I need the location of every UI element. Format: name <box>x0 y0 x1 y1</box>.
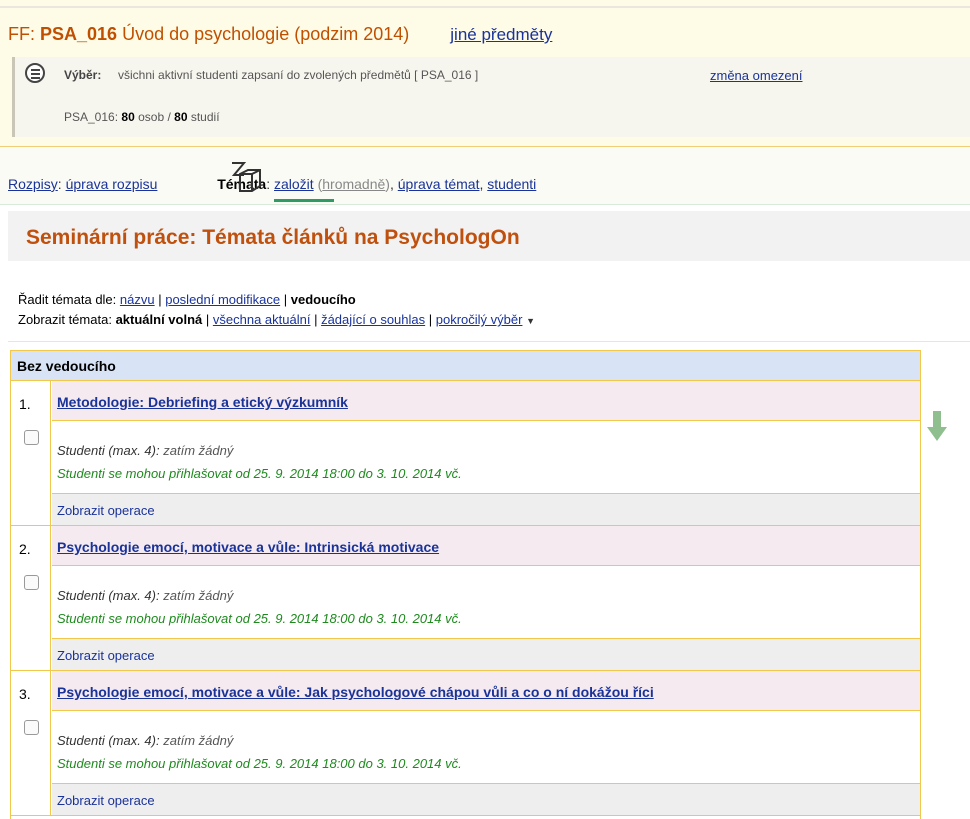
top-divider <box>0 6 970 8</box>
students-value: zatím žádný <box>163 588 234 603</box>
topic-signup-period: Studenti se mohou přihlašovat od 25. 9. … <box>57 466 462 481</box>
active-tab-indicator <box>274 199 334 202</box>
show-all-current-link[interactable]: všechna aktuální <box>213 312 311 327</box>
sort-by-supervisor-current: vedoucího <box>290 292 356 307</box>
page-title-bar: Seminární práce: Témata článků na Psycho… <box>8 211 970 261</box>
topic-ops-row: Zobrazit operace <box>52 638 920 670</box>
options-divider <box>8 341 970 342</box>
nav-create-topic-link[interactable]: založit <box>274 176 314 192</box>
students-label: Studenti (max. 4): <box>57 588 160 603</box>
show-current-free-current: aktuální volná <box>115 312 203 327</box>
topic-title-row: Psychologie emocí, motivace a vůle: Intr… <box>52 526 920 566</box>
topic-checkbox[interactable] <box>24 575 39 590</box>
topic-students: Studenti (max. 4): zatím žádný <box>57 588 233 603</box>
topic-title-row: Metodologie: Debriefing a etický výzkumn… <box>52 381 920 421</box>
topic-checkbox[interactable] <box>24 720 39 735</box>
arrow-down-icon[interactable] <box>927 411 947 443</box>
page-title: Seminární práce: Témata článků na Psycho… <box>26 226 520 249</box>
show-requesting-link[interactable]: žádající o souhlas <box>321 312 425 327</box>
count-studies-unit: studií <box>190 110 220 124</box>
other-subjects-link[interactable]: jiné předměty <box>450 25 552 44</box>
nav-students-link[interactable]: studenti <box>487 176 536 192</box>
faculty-label: FF: <box>8 24 35 44</box>
topic-number: 2. <box>19 541 31 557</box>
show-options: Zobrazit témata: aktuální volná | všechn… <box>18 312 535 327</box>
count-persons: 80 <box>121 110 135 124</box>
topic-number-cell: 3. <box>11 671 51 815</box>
students-value: zatím žádný <box>163 733 234 748</box>
topic-ops-row: Zobrazit operace <box>52 783 920 815</box>
count-studies: 80 <box>174 110 188 124</box>
course-code: PSA_016 <box>40 24 118 44</box>
sort-options: Řadit témata dle: názvu | poslední modif… <box>18 292 356 307</box>
nav-bulk-create-link[interactable]: hromadně <box>322 176 385 192</box>
selection-filter-box: Výběr: všichni aktivní studenti zapsaní … <box>12 57 970 137</box>
topic-students: Studenti (max. 4): zatím žádný <box>57 443 233 458</box>
topic-title-link[interactable]: Psychologie emocí, motivace a vůle: Jak … <box>57 684 654 700</box>
nav-links: Rozpisy: úprava rozpisu Témata: založit … <box>8 176 537 192</box>
section-nav: Rozpisy: úprava rozpisu Témata: založit … <box>0 146 970 205</box>
caret-down-icon[interactable]: ▼ <box>526 316 535 326</box>
topic-row: 3. Psychologie emocí, motivace a vůle: J… <box>11 671 920 816</box>
course-name: Úvod do psychologie (podzim 2014) <box>122 24 410 44</box>
group-header: Bez vedoucího <box>11 351 920 381</box>
topic-signup-period: Studenti se mohou přihlašovat od 25. 9. … <box>57 611 462 626</box>
topic-signup-period: Studenti se mohou přihlašovat od 25. 9. … <box>57 756 462 771</box>
show-label: Zobrazit témata: <box>18 312 112 327</box>
topic-row: 1. Metodologie: Debriefing a etický výzk… <box>11 381 920 526</box>
nav-divider <box>0 204 970 205</box>
list-icon <box>25 63 45 83</box>
topic-number: 1. <box>19 396 31 412</box>
students-label: Studenti (max. 4): <box>57 733 160 748</box>
topics-table: Bez vedoucího 1. Metodologie: Debriefing… <box>10 350 921 819</box>
topic-title-link[interactable]: Metodologie: Debriefing a etický výzkumn… <box>57 394 348 410</box>
count-persons-unit: osob / <box>138 110 171 124</box>
selection-count: PSA_016: 80 osob / 80 studií <box>64 110 220 124</box>
topic-number: 3. <box>19 686 31 702</box>
topic-number-cell: 1. <box>11 381 51 525</box>
students-label: Studenti (max. 4): <box>57 443 160 458</box>
topic-students: Studenti (max. 4): zatím žádný <box>57 733 233 748</box>
course-header: FF: PSA_016 Úvod do psychologie (podzim … <box>0 0 970 146</box>
sort-label: Řadit témata dle: <box>18 292 117 307</box>
topic-ops-row: Zobrazit operace <box>52 493 920 525</box>
selection-description: všichni aktivní studenti zapsaní do zvol… <box>118 68 479 82</box>
sort-by-modified-link[interactable]: poslední modifikace <box>165 292 280 307</box>
course-title: FF: PSA_016 Úvod do psychologie (podzim … <box>8 24 552 45</box>
count-course: PSA_016: <box>64 110 119 124</box>
topic-title-link[interactable]: Psychologie emocí, motivace a vůle: Intr… <box>57 539 439 555</box>
topic-row: 2. Psychologie emocí, motivace a vůle: I… <box>11 526 920 671</box>
topic-number-cell: 2. <box>11 526 51 670</box>
nav-edit-topics-link[interactable]: úprava témat <box>398 176 480 192</box>
nav-edit-schedule-link[interactable]: úprava rozpisu <box>66 176 158 192</box>
topics-icon <box>231 162 261 192</box>
selection-label: Výběr: <box>64 68 102 82</box>
sort-by-name-link[interactable]: názvu <box>120 292 155 307</box>
topic-title-row: Psychologie emocí, motivace a vůle: Jak … <box>52 671 920 711</box>
students-value: zatím žádný <box>163 443 234 458</box>
change-restriction-link[interactable]: změna omezení <box>710 68 803 83</box>
nav-rozpisy-link[interactable]: Rozpisy <box>8 176 58 192</box>
topic-checkbox[interactable] <box>24 430 39 445</box>
show-advanced-link[interactable]: pokročilý výběr <box>436 312 523 327</box>
